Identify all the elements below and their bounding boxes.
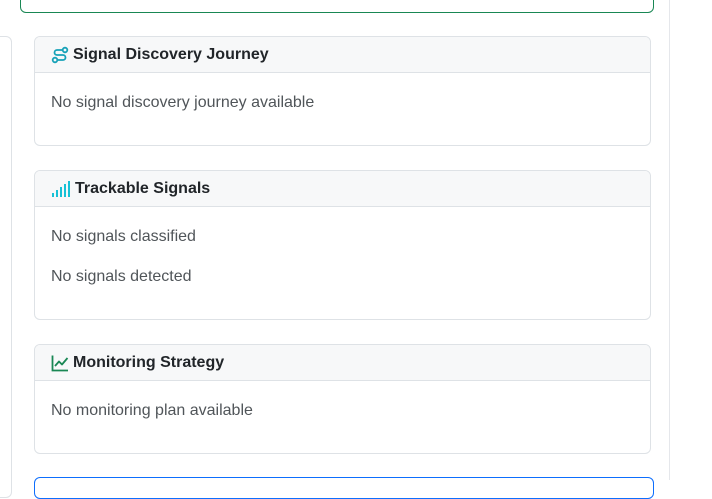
next-card (34, 477, 654, 499)
route-icon (51, 46, 69, 64)
trackable-signals-card: Trackable Signals No signals classified … (34, 170, 651, 320)
card-header: Signal Discovery Journey (35, 37, 650, 73)
card-title: Signal Discovery Journey (73, 45, 269, 63)
left-side-panel (0, 36, 12, 498)
signal-discovery-journey-card: Signal Discovery Journey No signal disco… (34, 36, 651, 146)
card-body: No signal discovery journey available (35, 73, 650, 114)
empty-state-text: No monitoring plan available (51, 402, 253, 419)
empty-state-text: No signal discovery journey available (51, 94, 315, 111)
line-chart-icon (51, 354, 69, 372)
card-body: No monitoring plan available (35, 381, 650, 422)
card-header: Trackable Signals (35, 171, 650, 207)
signal-bars-icon (51, 180, 71, 198)
card-header: Monitoring Strategy (35, 345, 650, 381)
card-title: Monitoring Strategy (73, 353, 225, 371)
monitoring-strategy-card: Monitoring Strategy No monitoring plan a… (34, 344, 651, 454)
previous-card (20, 0, 654, 13)
card-title: Trackable Signals (75, 179, 211, 197)
signals-classified-text: No signals classified (51, 228, 196, 245)
scroll-gutter (669, 0, 670, 480)
signals-detected-text: No signals detected (51, 268, 192, 285)
card-body: No signals classified No signals detecte… (35, 207, 650, 288)
